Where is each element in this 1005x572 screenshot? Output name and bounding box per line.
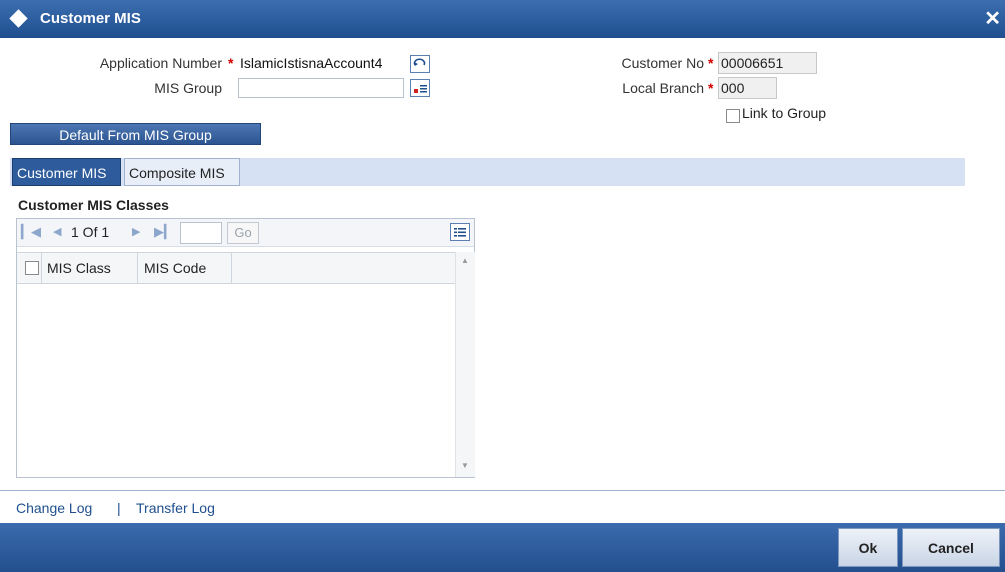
title-bar: Customer MIS ✕ [0,0,1005,38]
column-list-icon[interactable] [450,223,470,241]
application-number-label: Application Number [99,55,222,71]
cancel-button[interactable]: Cancel [902,528,1000,567]
scroll-up-icon[interactable]: ▲ [461,256,469,265]
select-all-checkbox[interactable] [25,261,39,275]
close-icon[interactable]: ✕ [984,6,1001,31]
required-marker: * [708,55,714,71]
ok-button[interactable]: Ok [838,528,898,567]
link-to-group-checkbox[interactable] [726,109,740,123]
change-log-link[interactable]: Change Log [16,500,92,516]
local-branch-field: 000 [718,77,777,99]
mis-group-input[interactable] [238,78,404,98]
link-separator: | [117,500,121,516]
column-header-mis-code[interactable]: MIS Code [144,260,206,276]
required-marker: * [708,80,714,96]
action-bar: Ok Cancel [0,523,1005,572]
customer-no-field: 00006651 [718,52,817,74]
footer-links: Change Log | Transfer Log [0,490,1005,523]
customer-no-label: Customer No [621,55,704,71]
lov-search-icon[interactable] [410,79,430,97]
grid-pager: ▎◀ ◀ 1 Of 1 ▶ ▶▎ Go [17,219,474,247]
first-page-icon[interactable]: ▎◀ [21,224,41,240]
prev-page-icon[interactable]: ◀ [53,225,61,238]
section-title: Customer MIS Classes [18,197,169,213]
tab-composite-mis[interactable]: Composite MIS [124,158,240,186]
vertical-scrollbar[interactable]: ▲ ▼ [455,252,475,477]
page-number-input[interactable] [180,222,222,244]
next-page-icon[interactable]: ▶ [132,225,140,238]
transfer-log-link[interactable]: Transfer Log [136,500,215,516]
application-number-field[interactable]: IslamicIstisnaAccount4 [240,54,382,72]
mis-group-label: MIS Group [154,80,222,96]
default-from-mis-group-button[interactable]: Default From MIS Group [10,123,261,145]
mis-classes-grid: ▎◀ ◀ 1 Of 1 ▶ ▶▎ Go MIS Class MIS Code ▲… [16,218,475,478]
last-page-icon[interactable]: ▶▎ [154,224,174,240]
page-indicator: 1 Of 1 [71,224,110,240]
window-title: Customer MIS [40,10,141,27]
link-to-group-label: Link to Group [742,105,827,121]
diamond-icon [9,9,28,28]
required-marker: * [228,55,234,71]
tab-customer-mis[interactable]: Customer MIS [12,158,121,186]
local-branch-label: Local Branch [622,80,704,96]
go-button[interactable]: Go [227,222,259,244]
tab-strip: Customer MIS Composite MIS [10,158,965,186]
refresh-icon[interactable] [410,55,430,73]
scroll-down-icon[interactable]: ▼ [461,461,469,470]
column-header-mis-class[interactable]: MIS Class [47,260,111,276]
table-header: MIS Class MIS Code [17,252,455,284]
